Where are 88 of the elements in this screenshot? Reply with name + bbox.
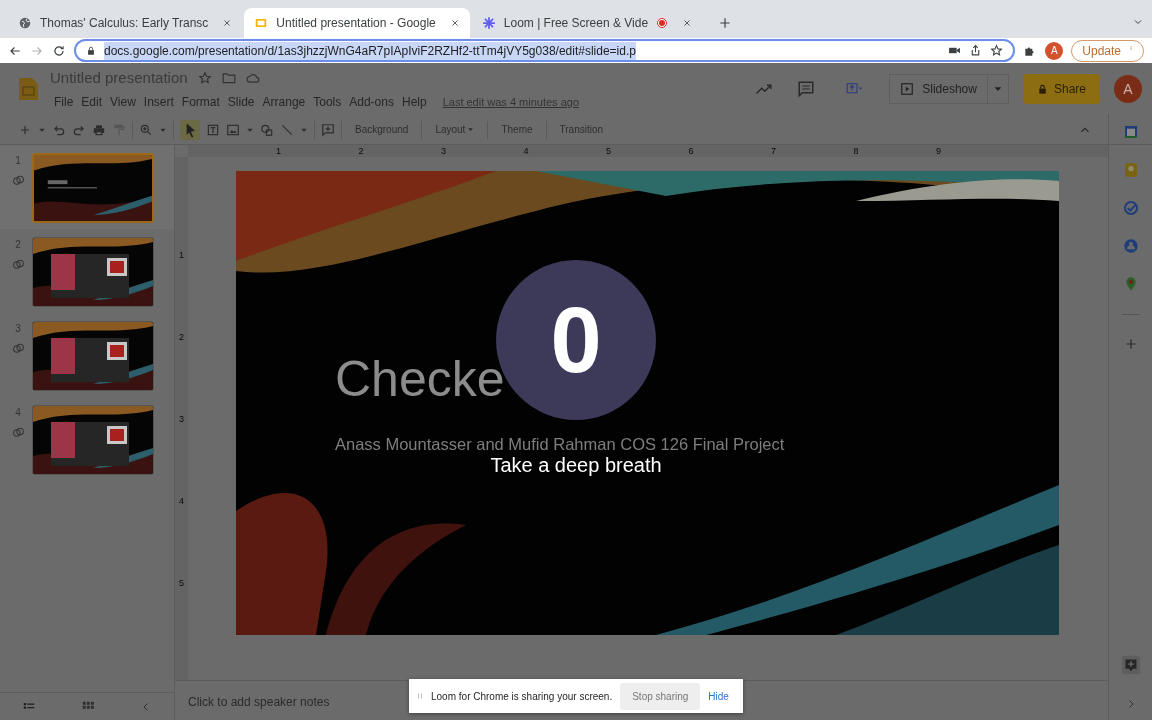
- link-icon: [11, 258, 25, 271]
- slide-subtitle: Anass Mountasser and Mufid Rahman COS 126 Final Project: [335, 434, 785, 455]
- calendar-icon[interactable]: [1122, 124, 1139, 140]
- comment-icon[interactable]: [797, 80, 816, 98]
- stop-sharing-button[interactable]: Stop sharing: [620, 682, 701, 710]
- profile-avatar[interactable]: A: [1045, 41, 1064, 60]
- menu-item[interactable]: View: [106, 93, 140, 112]
- slide-thumbnail[interactable]: [32, 321, 154, 391]
- toolbar-button[interactable]: Transition: [552, 122, 611, 137]
- ruler-label: 5: [179, 578, 184, 588]
- image-icon[interactable]: [226, 122, 240, 137]
- menu-item[interactable]: Tools: [309, 93, 346, 112]
- comment-add-icon[interactable]: [321, 122, 335, 137]
- tab-title: Untitled presentation - Google: [276, 15, 436, 32]
- reload-icon[interactable]: [52, 43, 66, 58]
- slide-number: 1: [15, 154, 21, 168]
- ruler-label: 4: [523, 145, 529, 157]
- browser-tab[interactable]: Loom | Free Screen & Vide: [471, 8, 703, 38]
- line-icon[interactable]: [280, 122, 294, 137]
- menu-item[interactable]: Arrange: [258, 93, 310, 112]
- slides-icon: [254, 16, 269, 30]
- toolbar-button[interactable]: Background: [348, 122, 416, 137]
- browser-tab[interactable]: Untitled presentation - Google: [244, 8, 470, 38]
- add-comment-icon[interactable]: [1119, 654, 1142, 676]
- cloud-icon[interactable]: [245, 71, 260, 85]
- menu-item[interactable]: File: [50, 93, 78, 112]
- ruler-label: 1: [179, 250, 184, 260]
- close-icon[interactable]: [449, 18, 460, 28]
- lock-icon: [86, 45, 96, 56]
- close-icon[interactable]: [682, 18, 693, 28]
- loom-message: Loom for Chrome is sharing your screen.: [431, 689, 613, 704]
- share-button[interactable]: Share: [1022, 74, 1100, 104]
- tab-title: Thomas' Calculus: Early Transc: [40, 15, 209, 32]
- lock-icon: [1036, 83, 1048, 95]
- link-icon: [11, 426, 25, 439]
- address-bar[interactable]: docs.google.com/presentation/d/1as3jhzzjWnG4aR7pIApIviF2RZHf2-ttTm4jVY5g038/edit#slide=id.p: [74, 39, 1016, 62]
- contacts-icon[interactable]: [1122, 238, 1139, 254]
- slide-thumbnail[interactable]: [32, 237, 154, 307]
- close-icon[interactable]: [222, 18, 233, 28]
- ruler-label: 2: [179, 332, 184, 342]
- link-icon: [11, 174, 25, 187]
- star-icon[interactable]: [990, 44, 1004, 57]
- menu-item[interactable]: Add-ons: [345, 93, 398, 112]
- slide-number: 4: [15, 406, 21, 420]
- menu-item[interactable]: Format: [177, 93, 224, 112]
- tab-title: Loom | Free Screen & Vide: [503, 15, 649, 32]
- countdown-message: Take a deep breath: [489, 453, 663, 478]
- zoom-icon[interactable]: [139, 122, 153, 137]
- last-edit-link[interactable]: Last edit was 4 minutes ago: [442, 94, 579, 111]
- ruler-label: 6: [688, 145, 694, 157]
- slide-thumbnail[interactable]: [32, 405, 154, 475]
- url-text: docs.google.com/presentation/d/1as3jhzzjWnG4aR7pIApIviF2RZHf2-ttTm4jVY5g038/edit#slide=id.p: [104, 41, 636, 60]
- cursor-icon[interactable]: [180, 119, 200, 140]
- add-icon[interactable]: [1123, 337, 1138, 351]
- asterisk-icon: [481, 16, 496, 30]
- menu-item[interactable]: Insert: [139, 93, 178, 112]
- star-icon[interactable]: [197, 71, 212, 85]
- new-tab-icon[interactable]: [718, 16, 733, 30]
- browser-tab[interactable]: Thomas' Calculus: Early Transc: [8, 8, 243, 38]
- account-avatar[interactable]: A: [1114, 75, 1142, 103]
- keep-icon[interactable]: [1122, 162, 1139, 178]
- tasks-icon[interactable]: [1122, 200, 1139, 216]
- ruler-label: 4: [179, 496, 184, 506]
- ruler-label: 3: [179, 414, 184, 424]
- ruler-label: 1: [276, 145, 281, 157]
- ruler-label: 9: [936, 145, 941, 157]
- menu-item[interactable]: Help: [397, 93, 431, 112]
- globe-icon: [18, 16, 32, 30]
- folder-icon[interactable]: [221, 71, 236, 85]
- ruler-label: 8: [853, 145, 859, 157]
- menu-item[interactable]: Edit: [77, 93, 107, 112]
- print-icon[interactable]: [92, 122, 106, 137]
- ruler-label: 7: [771, 145, 776, 157]
- shapes-icon[interactable]: [260, 122, 274, 137]
- update-button[interactable]: Update: [1071, 39, 1144, 62]
- play-icon: [900, 82, 915, 96]
- slideshow-button[interactable]: Slideshow: [889, 74, 1009, 104]
- caret-icon: [992, 84, 1003, 94]
- menu-item[interactable]: Slide: [223, 93, 259, 112]
- ruler-label: 2: [358, 145, 364, 157]
- ruler-label: 3: [441, 145, 446, 157]
- hide-link[interactable]: Hide: [708, 688, 729, 704]
- toolbar-button[interactable]: Layout: [428, 122, 482, 137]
- ruler-label: 5: [606, 145, 611, 157]
- toolbar-button[interactable]: Theme: [494, 122, 540, 137]
- link-icon: [11, 342, 25, 355]
- text-box-icon[interactable]: [206, 122, 220, 137]
- slide-thumbnail[interactable]: [32, 153, 154, 223]
